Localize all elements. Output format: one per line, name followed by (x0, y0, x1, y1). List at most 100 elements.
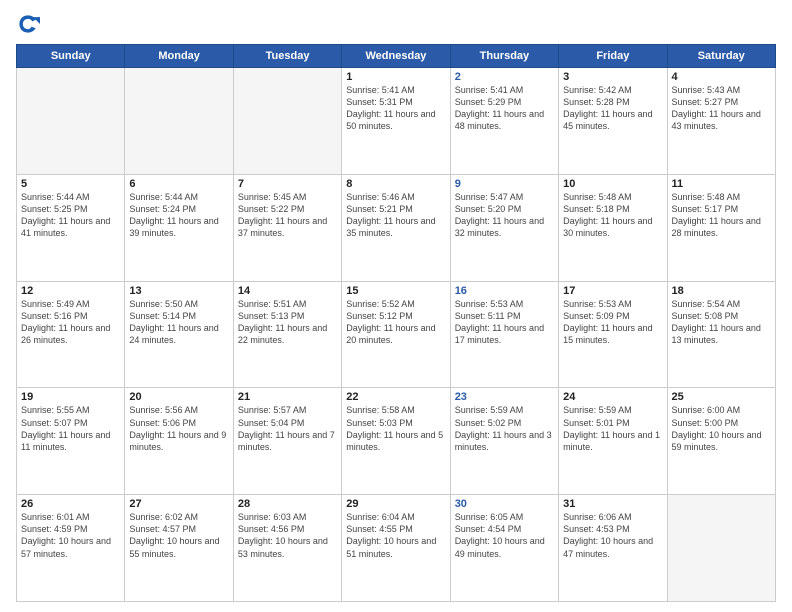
day-info: Sunrise: 6:04 AM Sunset: 4:55 PM Dayligh… (346, 511, 445, 560)
day-number: 7 (238, 178, 337, 190)
week-row-4: 26Sunrise: 6:01 AM Sunset: 4:59 PM Dayli… (17, 495, 776, 602)
day-number: 18 (672, 285, 771, 297)
day-number: 1 (346, 71, 445, 83)
day-info: Sunrise: 5:45 AM Sunset: 5:22 PM Dayligh… (238, 191, 337, 240)
calendar-cell-3: 3Sunrise: 5:42 AM Sunset: 5:28 PM Daylig… (559, 68, 667, 175)
day-number: 25 (672, 391, 771, 403)
day-info: Sunrise: 5:53 AM Sunset: 5:11 PM Dayligh… (455, 298, 554, 347)
calendar-cell-23: 23Sunrise: 5:59 AM Sunset: 5:02 PM Dayli… (450, 388, 558, 495)
calendar-cell-7: 7Sunrise: 5:45 AM Sunset: 5:22 PM Daylig… (233, 174, 341, 281)
calendar-cell-4: 4Sunrise: 5:43 AM Sunset: 5:27 PM Daylig… (667, 68, 775, 175)
calendar-cell-empty (125, 68, 233, 175)
calendar-cell-11: 11Sunrise: 5:48 AM Sunset: 5:17 PM Dayli… (667, 174, 775, 281)
weekday-header-tuesday: Tuesday (233, 45, 341, 68)
day-number: 20 (129, 391, 228, 403)
day-info: Sunrise: 5:57 AM Sunset: 5:04 PM Dayligh… (238, 404, 337, 453)
day-number: 4 (672, 71, 771, 83)
calendar-cell-10: 10Sunrise: 5:48 AM Sunset: 5:18 PM Dayli… (559, 174, 667, 281)
calendar-cell-9: 9Sunrise: 5:47 AM Sunset: 5:20 PM Daylig… (450, 174, 558, 281)
calendar-cell-26: 26Sunrise: 6:01 AM Sunset: 4:59 PM Dayli… (17, 495, 125, 602)
day-number: 23 (455, 391, 554, 403)
calendar-cell-12: 12Sunrise: 5:49 AM Sunset: 5:16 PM Dayli… (17, 281, 125, 388)
day-info: Sunrise: 6:00 AM Sunset: 5:00 PM Dayligh… (672, 404, 771, 453)
day-number: 2 (455, 71, 554, 83)
calendar-cell-20: 20Sunrise: 5:56 AM Sunset: 5:06 PM Dayli… (125, 388, 233, 495)
day-info: Sunrise: 5:59 AM Sunset: 5:01 PM Dayligh… (563, 404, 662, 453)
day-number: 22 (346, 391, 445, 403)
day-info: Sunrise: 5:54 AM Sunset: 5:08 PM Dayligh… (672, 298, 771, 347)
day-info: Sunrise: 5:58 AM Sunset: 5:03 PM Dayligh… (346, 404, 445, 453)
day-info: Sunrise: 5:52 AM Sunset: 5:12 PM Dayligh… (346, 298, 445, 347)
calendar-cell-15: 15Sunrise: 5:52 AM Sunset: 5:12 PM Dayli… (342, 281, 450, 388)
calendar-cell-31: 31Sunrise: 6:06 AM Sunset: 4:53 PM Dayli… (559, 495, 667, 602)
calendar-cell-8: 8Sunrise: 5:46 AM Sunset: 5:21 PM Daylig… (342, 174, 450, 281)
day-info: Sunrise: 6:06 AM Sunset: 4:53 PM Dayligh… (563, 511, 662, 560)
day-info: Sunrise: 5:50 AM Sunset: 5:14 PM Dayligh… (129, 298, 228, 347)
logo-icon (16, 12, 40, 36)
calendar-cell-30: 30Sunrise: 6:05 AM Sunset: 4:54 PM Dayli… (450, 495, 558, 602)
week-row-0: 1Sunrise: 5:41 AM Sunset: 5:31 PM Daylig… (17, 68, 776, 175)
header (16, 12, 776, 36)
calendar-cell-5: 5Sunrise: 5:44 AM Sunset: 5:25 PM Daylig… (17, 174, 125, 281)
day-number: 14 (238, 285, 337, 297)
calendar-cell-29: 29Sunrise: 6:04 AM Sunset: 4:55 PM Dayli… (342, 495, 450, 602)
day-info: Sunrise: 5:48 AM Sunset: 5:18 PM Dayligh… (563, 191, 662, 240)
calendar-cell-25: 25Sunrise: 6:00 AM Sunset: 5:00 PM Dayli… (667, 388, 775, 495)
weekday-header-monday: Monday (125, 45, 233, 68)
day-number: 10 (563, 178, 662, 190)
day-info: Sunrise: 5:43 AM Sunset: 5:27 PM Dayligh… (672, 84, 771, 133)
day-number: 17 (563, 285, 662, 297)
day-info: Sunrise: 5:55 AM Sunset: 5:07 PM Dayligh… (21, 404, 120, 453)
calendar-cell-18: 18Sunrise: 5:54 AM Sunset: 5:08 PM Dayli… (667, 281, 775, 388)
calendar-cell-17: 17Sunrise: 5:53 AM Sunset: 5:09 PM Dayli… (559, 281, 667, 388)
day-number: 8 (346, 178, 445, 190)
day-number: 3 (563, 71, 662, 83)
day-info: Sunrise: 5:44 AM Sunset: 5:25 PM Dayligh… (21, 191, 120, 240)
day-info: Sunrise: 5:41 AM Sunset: 5:29 PM Dayligh… (455, 84, 554, 133)
day-info: Sunrise: 6:05 AM Sunset: 4:54 PM Dayligh… (455, 511, 554, 560)
calendar-cell-24: 24Sunrise: 5:59 AM Sunset: 5:01 PM Dayli… (559, 388, 667, 495)
weekday-header-thursday: Thursday (450, 45, 558, 68)
day-info: Sunrise: 5:51 AM Sunset: 5:13 PM Dayligh… (238, 298, 337, 347)
day-number: 29 (346, 498, 445, 510)
day-info: Sunrise: 5:46 AM Sunset: 5:21 PM Dayligh… (346, 191, 445, 240)
calendar-table: SundayMondayTuesdayWednesdayThursdayFrid… (16, 44, 776, 602)
calendar-cell-empty (233, 68, 341, 175)
page-container: SundayMondayTuesdayWednesdayThursdayFrid… (0, 0, 792, 612)
day-number: 24 (563, 391, 662, 403)
calendar-cell-2: 2Sunrise: 5:41 AM Sunset: 5:29 PM Daylig… (450, 68, 558, 175)
calendar-cell-1: 1Sunrise: 5:41 AM Sunset: 5:31 PM Daylig… (342, 68, 450, 175)
calendar-cell-16: 16Sunrise: 5:53 AM Sunset: 5:11 PM Dayli… (450, 281, 558, 388)
day-number: 30 (455, 498, 554, 510)
calendar-cell-22: 22Sunrise: 5:58 AM Sunset: 5:03 PM Dayli… (342, 388, 450, 495)
day-number: 31 (563, 498, 662, 510)
day-number: 15 (346, 285, 445, 297)
calendar-cell-6: 6Sunrise: 5:44 AM Sunset: 5:24 PM Daylig… (125, 174, 233, 281)
calendar-cell-empty (667, 495, 775, 602)
day-number: 16 (455, 285, 554, 297)
weekday-header-row: SundayMondayTuesdayWednesdayThursdayFrid… (17, 45, 776, 68)
weekday-header-friday: Friday (559, 45, 667, 68)
day-number: 28 (238, 498, 337, 510)
day-number: 19 (21, 391, 120, 403)
day-info: Sunrise: 5:49 AM Sunset: 5:16 PM Dayligh… (21, 298, 120, 347)
day-info: Sunrise: 6:01 AM Sunset: 4:59 PM Dayligh… (21, 511, 120, 560)
calendar-cell-19: 19Sunrise: 5:55 AM Sunset: 5:07 PM Dayli… (17, 388, 125, 495)
calendar-cell-empty (17, 68, 125, 175)
week-row-1: 5Sunrise: 5:44 AM Sunset: 5:25 PM Daylig… (17, 174, 776, 281)
day-info: Sunrise: 5:44 AM Sunset: 5:24 PM Dayligh… (129, 191, 228, 240)
day-number: 27 (129, 498, 228, 510)
weekday-header-saturday: Saturday (667, 45, 775, 68)
day-number: 5 (21, 178, 120, 190)
week-row-3: 19Sunrise: 5:55 AM Sunset: 5:07 PM Dayli… (17, 388, 776, 495)
weekday-header-wednesday: Wednesday (342, 45, 450, 68)
day-info: Sunrise: 6:03 AM Sunset: 4:56 PM Dayligh… (238, 511, 337, 560)
calendar-cell-28: 28Sunrise: 6:03 AM Sunset: 4:56 PM Dayli… (233, 495, 341, 602)
day-number: 11 (672, 178, 771, 190)
calendar-cell-21: 21Sunrise: 5:57 AM Sunset: 5:04 PM Dayli… (233, 388, 341, 495)
day-number: 12 (21, 285, 120, 297)
day-info: Sunrise: 5:56 AM Sunset: 5:06 PM Dayligh… (129, 404, 228, 453)
calendar-cell-13: 13Sunrise: 5:50 AM Sunset: 5:14 PM Dayli… (125, 281, 233, 388)
day-info: Sunrise: 5:53 AM Sunset: 5:09 PM Dayligh… (563, 298, 662, 347)
day-info: Sunrise: 5:48 AM Sunset: 5:17 PM Dayligh… (672, 191, 771, 240)
